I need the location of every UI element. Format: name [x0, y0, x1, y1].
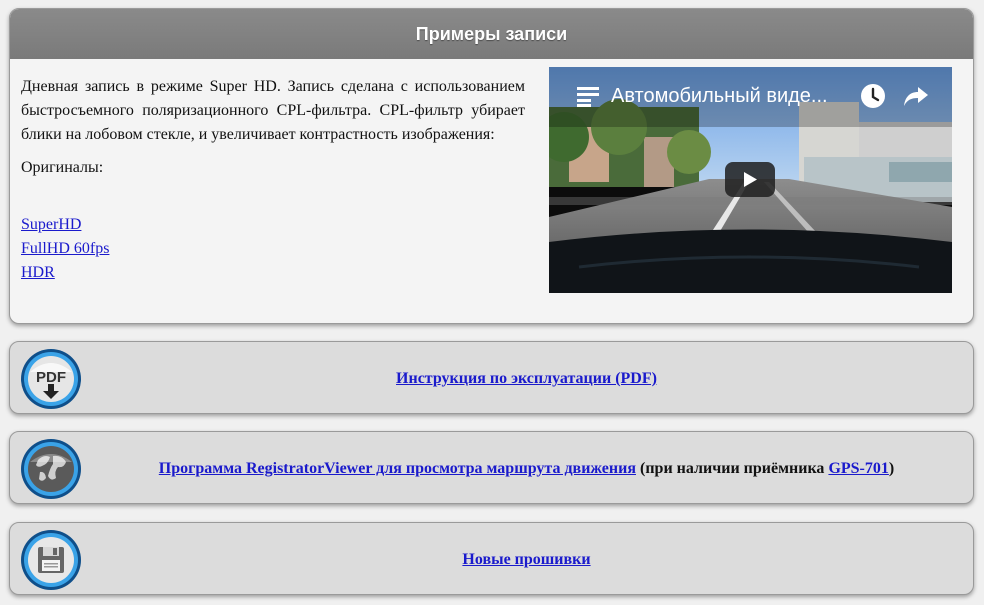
video-player[interactable]: Автомобильный виде... [549, 67, 952, 293]
viewer-text-after-gps: ) [888, 460, 895, 477]
playlist-icon[interactable] [577, 85, 601, 112]
originals-links: SuperHD FullHD 60fps HDR [21, 213, 109, 285]
viewer-text: Программа RegistratorViewer для просмотр… [90, 432, 963, 505]
examples-title: Примеры записи [10, 9, 973, 59]
examples-description-block: Дневная запись в режиме Super HD. Запись… [21, 75, 525, 189]
globe-icon[interactable] [20, 438, 82, 500]
viewer-link[interactable]: Программа RegistratorViewer для просмотр… [159, 460, 636, 477]
pdf-download-icon[interactable]: PDF [20, 348, 82, 410]
firmware-link-wrapper: Новые прошивки [90, 523, 963, 596]
viewer-bar: Программа RegistratorViewer для просмотр… [9, 431, 974, 504]
examples-description: Дневная запись в режиме Super HD. Запись… [21, 78, 525, 143]
clock-icon[interactable] [860, 83, 886, 114]
manual-bar: PDF Инструкция по эксплуатации (PDF) [9, 341, 974, 414]
manual-link-wrapper: Инструкция по эксплуатации (PDF) [90, 342, 963, 415]
viewer-text-before-gps: (при наличии приёмника [636, 460, 829, 477]
play-button[interactable] [725, 162, 775, 197]
share-icon[interactable] [903, 85, 929, 112]
examples-panel: Примеры записи Дневная запись в режиме S… [9, 8, 974, 324]
pdf-icon-text: PDF [36, 369, 66, 386]
firmware-link[interactable]: Новые прошивки [462, 551, 590, 568]
link-superhd[interactable]: SuperHD [21, 213, 109, 237]
originals-label: Оригиналы: [21, 159, 104, 176]
gps-link[interactable]: GPS-701 [828, 460, 888, 477]
manual-link[interactable]: Инструкция по эксплуатации (PDF) [396, 370, 657, 387]
link-hdr[interactable]: HDR [21, 261, 109, 285]
floppy-disk-icon[interactable] [20, 529, 82, 591]
video-title[interactable]: Автомобильный виде... [611, 85, 828, 108]
link-fullhd-60fps[interactable]: FullHD 60fps [21, 237, 109, 261]
firmware-bar: Новые прошивки [9, 522, 974, 595]
play-icon [744, 172, 757, 187]
